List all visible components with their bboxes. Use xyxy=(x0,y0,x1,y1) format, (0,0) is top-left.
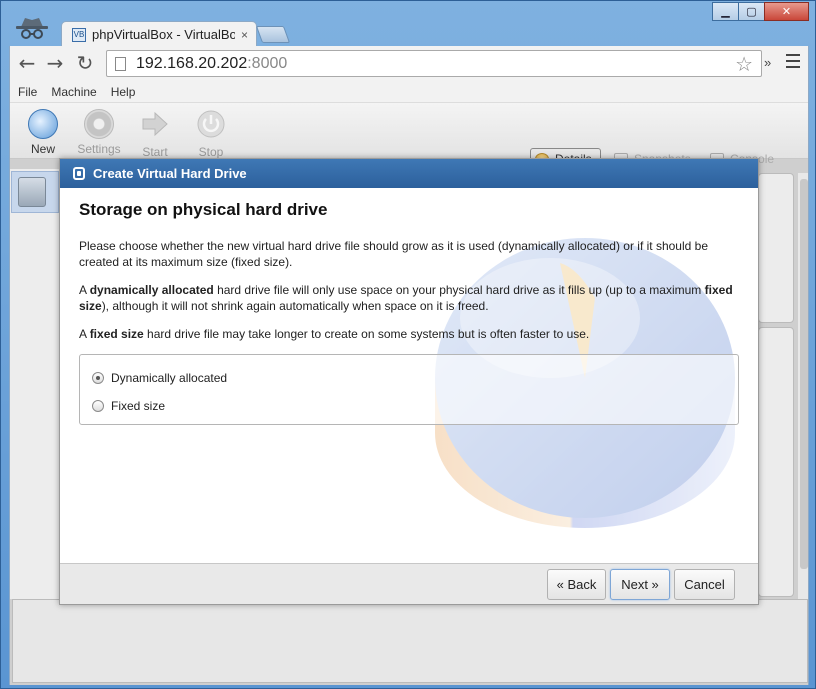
option-label: Dynamically allocated xyxy=(111,371,228,385)
menu-help[interactable]: Help xyxy=(111,85,136,99)
browser-window: ▁ ▢ ✕ VB phpVirtualBox - VirtualBox × ← … xyxy=(0,0,816,689)
radio-fixed-size[interactable] xyxy=(92,400,104,412)
start-arrow-icon xyxy=(142,111,168,137)
vm-os-icon xyxy=(18,177,46,207)
next-button[interactable]: Next » xyxy=(610,569,670,600)
radio-dynamically-allocated[interactable] xyxy=(92,372,104,384)
reload-icon[interactable]: ↻ xyxy=(74,51,96,75)
close-window-button[interactable]: ✕ xyxy=(764,2,809,21)
extensions-overflow-icon[interactable]: » xyxy=(764,55,771,70)
page-scrollbar[interactable] xyxy=(798,173,808,603)
tab-title: phpVirtualBox - VirtualBox xyxy=(92,27,235,42)
back-arrow-icon[interactable]: ← xyxy=(16,51,38,75)
vm-list-pane xyxy=(10,169,60,599)
stop-label: Stop xyxy=(198,145,224,159)
window-caption-buttons: ▁ ▢ ✕ xyxy=(712,2,809,21)
dialog-heading: Storage on physical hard drive xyxy=(79,200,328,219)
maximize-button[interactable]: ▢ xyxy=(738,2,765,21)
option-dynamically-allocated[interactable]: Dynamically allocated xyxy=(92,364,738,392)
url-text: 192.168.20.202:8000 xyxy=(136,54,288,72)
dialog-body: Storage on physical hard drive Please ch… xyxy=(60,188,758,565)
start-label: Start xyxy=(142,145,168,159)
vm-list-item[interactable] xyxy=(11,171,59,213)
details-panel-top xyxy=(758,173,794,323)
storage-type-options: Dynamically allocated Fixed size xyxy=(79,354,739,425)
fixed-description: A fixed size hard drive file may take lo… xyxy=(79,327,590,341)
forward-arrow-icon[interactable]: → xyxy=(44,51,66,75)
new-tab-button[interactable] xyxy=(255,26,291,43)
vm-toolbar: New Settings Start Stop Details Snapshot… xyxy=(10,103,808,170)
browser-toolbar: ← → ↻ 192.168.20.202:8000 ☆ » xyxy=(9,46,809,81)
settings-label: Settings xyxy=(77,142,121,156)
browser-tab[interactable]: VB phpVirtualBox - VirtualBox × xyxy=(61,21,257,47)
virtualbox-favicon-icon: VB xyxy=(72,27,86,42)
details-panel-bottom xyxy=(758,327,794,597)
new-starburst-icon xyxy=(28,109,58,139)
settings-button[interactable]: Settings xyxy=(74,109,124,156)
dialog-title: Create Virtual Hard Drive xyxy=(93,166,247,181)
power-icon xyxy=(197,110,225,138)
start-button[interactable]: Start xyxy=(130,109,180,159)
new-label: New xyxy=(30,142,55,156)
scrollbar-thumb[interactable] xyxy=(800,179,808,569)
address-bar[interactable]: 192.168.20.202:8000 ☆ xyxy=(106,50,762,77)
dialog-footer: « Back Next » Cancel xyxy=(60,563,758,604)
option-fixed-size[interactable]: Fixed size xyxy=(92,392,738,420)
page-icon xyxy=(115,56,126,71)
create-virtual-hard-drive-dialog: Create Virtual Hard Drive Storage on phy… xyxy=(59,158,759,605)
menu-file[interactable]: File xyxy=(18,85,37,99)
stop-button[interactable]: Stop xyxy=(186,109,236,159)
intro-paragraph: Please choose whether the new virtual ha… xyxy=(79,239,708,269)
option-label: Fixed size xyxy=(111,399,166,413)
log-pane xyxy=(12,599,808,683)
bookmark-star-icon[interactable]: ☆ xyxy=(735,52,753,77)
minimize-button[interactable]: ▁ xyxy=(712,2,739,21)
gear-icon xyxy=(84,109,114,139)
back-button[interactable]: « Back xyxy=(547,569,606,600)
dynamic-description: A dynamically allocated hard drive file … xyxy=(79,283,733,313)
hamburger-menu-icon[interactable] xyxy=(786,54,800,72)
tab-close-icon[interactable]: × xyxy=(241,28,248,42)
new-vm-button[interactable]: New xyxy=(18,109,68,156)
app-menubar: File Machine Help xyxy=(10,81,808,103)
incognito-icon xyxy=(16,18,48,39)
cancel-button[interactable]: Cancel xyxy=(674,569,735,600)
hard-drive-icon xyxy=(73,167,85,180)
menu-machine[interactable]: Machine xyxy=(51,85,96,99)
dialog-titlebar: Create Virtual Hard Drive xyxy=(60,159,758,188)
